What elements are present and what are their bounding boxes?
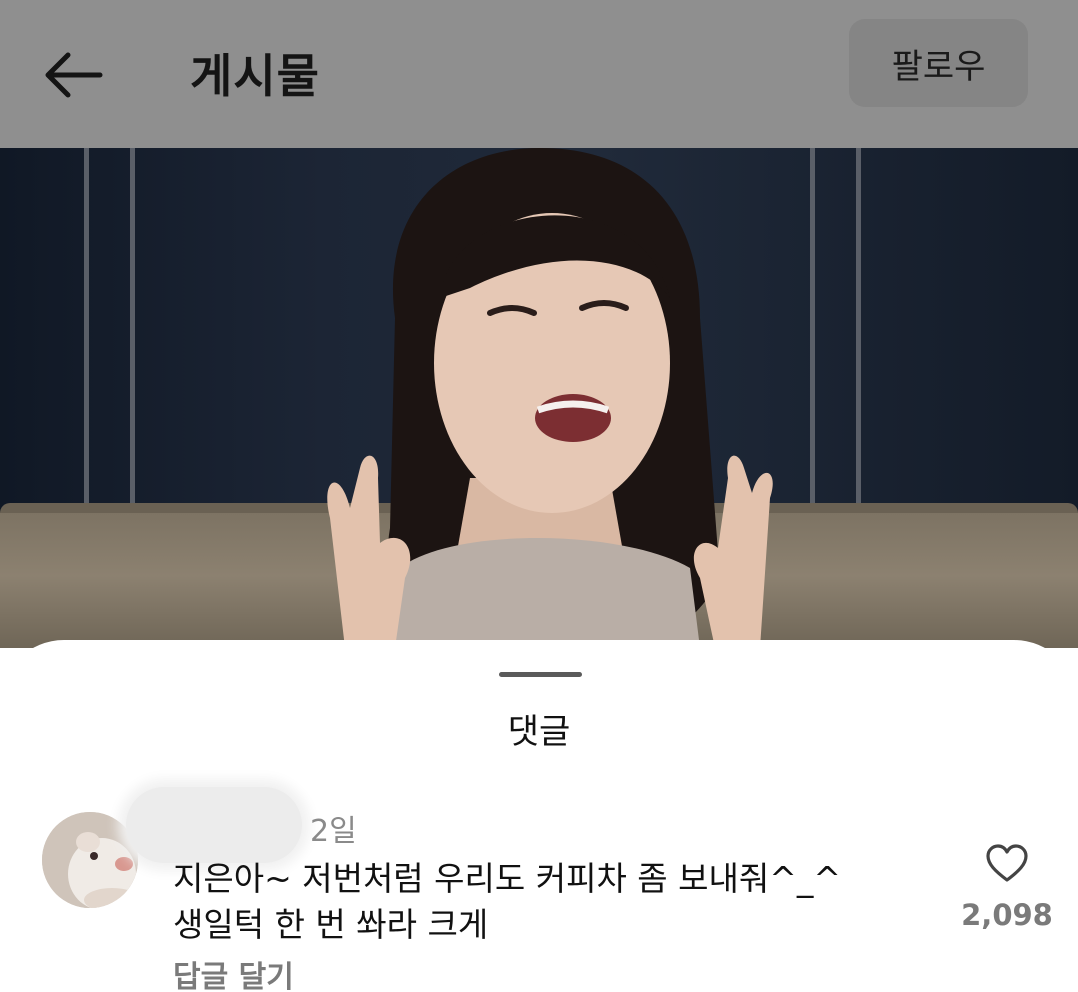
back-button[interactable] [38,46,108,108]
like-button[interactable] [984,844,1030,886]
hamster-avatar-image [42,812,138,908]
follow-button[interactable]: 팔로우 [849,19,1028,107]
username-redacted [126,787,302,863]
comments-title: 댓글 [507,712,571,752]
top-app-bar: 게시물 팔로우 [0,0,1078,148]
person-figure [327,148,773,648]
comment-line: 생일턱 한 번 쏴라 크게 [173,905,489,944]
post-screen: 게시물 팔로우 댓글 2일 지은아~ 저번처럼 우리도 커피차 좀 보내줘^_^… [0,0,1078,992]
page-title: 게시물 [190,49,320,103]
like-count: 2,098 [961,898,1053,932]
heart-outline-icon [985,843,1029,887]
comment-timestamp: 2일 [310,814,357,849]
commenter-avatar[interactable] [42,812,138,908]
post-video[interactable] [0,148,1078,648]
comment-body: 지은아~ 저번처럼 우리도 커피차 좀 보내줘^_^ 생일턱 한 번 쏴라 크게 [173,856,893,948]
arrow-left-icon [42,51,104,103]
comments-sheet: 댓글 2일 지은아~ 저번처럼 우리도 커피차 좀 보내줘^_^ 생일턱 한 번… [0,640,1078,992]
comment-line: 지은아~ 저번처럼 우리도 커피차 좀 보내줘^_^ [173,859,842,898]
sheet-drag-handle[interactable] [499,672,582,677]
reply-button[interactable]: 답글 달기 [173,952,294,992]
